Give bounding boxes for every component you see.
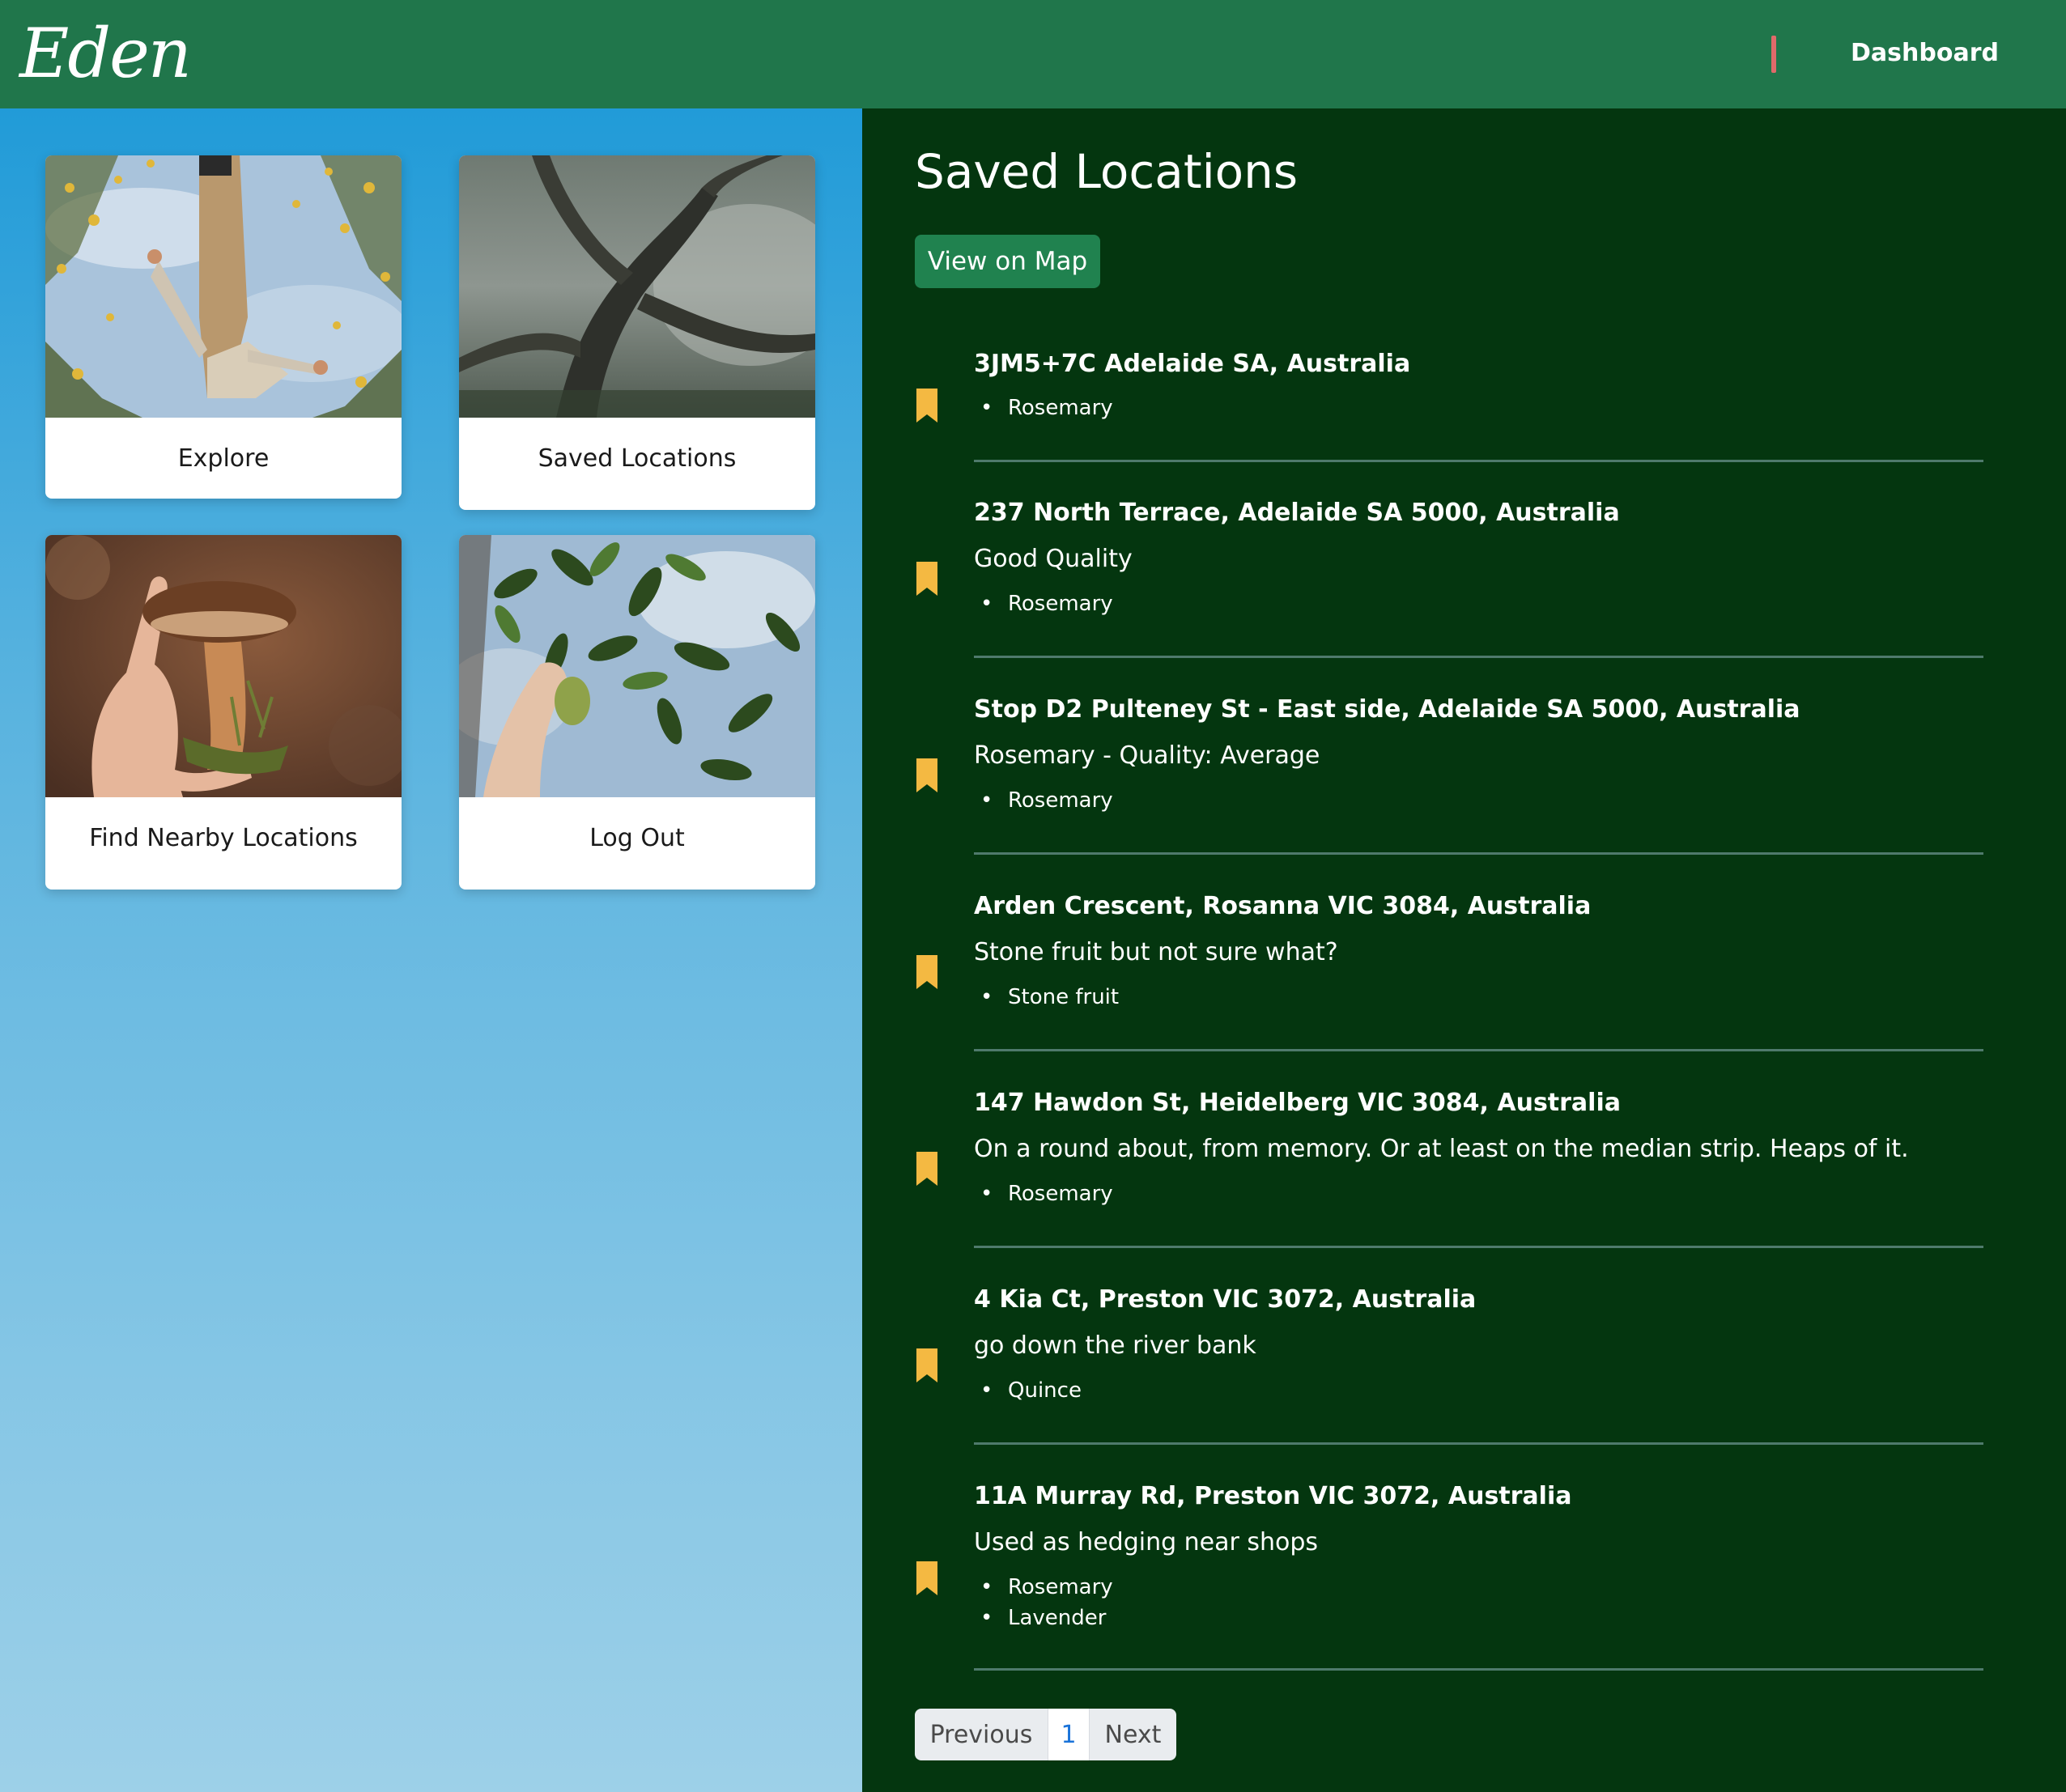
item-divider	[974, 1442, 1983, 1445]
plant-tag: Rosemary	[974, 1179, 1113, 1208]
location-item[interactable]: 237 North Terrace, Adelaide SA 5000, Aus…	[915, 497, 1983, 659]
card-explore[interactable]: Explore	[45, 155, 402, 499]
plant-tag: Rosemary	[974, 1573, 1113, 1602]
location-address: 11A Murray Rd, Preston VIC 3072, Austral…	[974, 1482, 1572, 1510]
bookmark-icon[interactable]	[915, 1347, 939, 1384]
bookmark-icon[interactable]	[915, 1560, 939, 1597]
location-description: Rosemary - Quality: Average	[974, 741, 1320, 770]
plant-tag: Rosemary	[974, 589, 1113, 618]
menu-panel: Explore Saved Locations Find Nearby Loca…	[0, 108, 862, 1792]
log-out-photo	[459, 535, 815, 797]
location-address: Stop D2 Pulteney St - East side, Adelaid…	[974, 695, 1800, 724]
plant-tag: Quince	[974, 1376, 1082, 1405]
item-divider	[974, 1246, 1983, 1248]
location-description: Used as hedging near shops	[974, 1528, 1319, 1556]
brand-logo[interactable]: Eden	[19, 13, 192, 94]
location-address: Arden Crescent, Rosanna VIC 3084, Austra…	[974, 892, 1592, 920]
card-log-out[interactable]: Log Out	[459, 535, 815, 890]
plant-tag: Lavender	[974, 1603, 1106, 1633]
location-item[interactable]: 3JM5+7C Adelaide SA, Australia Rosemary	[915, 346, 1983, 465]
explore-photo	[45, 155, 402, 418]
location-item[interactable]: 147 Hawdon St, Heidelberg VIC 3084, Aust…	[915, 1087, 1983, 1249]
location-description: On a round about, from memory. Or at lea…	[974, 1135, 1909, 1163]
location-description: Good Quality	[974, 545, 1133, 573]
page-title: Saved Locations	[915, 144, 1299, 199]
bookmark-icon[interactable]	[915, 387, 939, 424]
nav-link-dashboard[interactable]: Dashboard	[1851, 36, 1999, 71]
card-label: Find Nearby Locations	[89, 823, 358, 852]
plant-tag: Rosemary	[974, 393, 1113, 423]
next-page-button[interactable]: Next	[1090, 1709, 1176, 1760]
location-address: 4 Kia Ct, Preston VIC 3072, Australia	[974, 1285, 1477, 1314]
bookmark-icon[interactable]	[915, 560, 939, 597]
location-item[interactable]: 11A Murray Rd, Preston VIC 3072, Austral…	[915, 1480, 1983, 1675]
saved-locations-photo	[459, 155, 815, 418]
location-item[interactable]: Stop D2 Pulteney St - East side, Adelaid…	[915, 694, 1983, 856]
find-nearby-photo	[45, 535, 402, 797]
nav-divider	[1771, 36, 1776, 73]
card-find-nearby-locations[interactable]: Find Nearby Locations	[45, 535, 402, 890]
previous-page-button[interactable]: Previous	[915, 1709, 1048, 1760]
item-divider	[974, 852, 1983, 855]
location-address: 147 Hawdon St, Heidelberg VIC 3084, Aust…	[974, 1089, 1621, 1117]
location-description: Stone fruit but not sure what?	[974, 938, 1338, 966]
item-divider	[974, 1049, 1983, 1051]
location-item[interactable]: 4 Kia Ct, Preston VIC 3072, Australia go…	[915, 1284, 1983, 1446]
card-label: Saved Locations	[538, 444, 737, 473]
plant-tag: Stone fruit	[974, 983, 1119, 1012]
card-label: Explore	[177, 444, 270, 473]
bookmark-icon[interactable]	[915, 953, 939, 991]
location-address: 237 North Terrace, Adelaide SA 5000, Aus…	[974, 499, 1620, 527]
bookmark-icon[interactable]	[915, 1150, 939, 1187]
card-label: Log Out	[589, 823, 685, 852]
top-navbar: Eden Dashboard	[0, 0, 2066, 108]
card-saved-locations[interactable]: Saved Locations	[459, 155, 815, 510]
location-address: 3JM5+7C Adelaide SA, Australia	[974, 350, 1411, 378]
view-on-map-button[interactable]: View on Map	[915, 235, 1100, 288]
plant-tag: Rosemary	[974, 786, 1113, 815]
page-number-button[interactable]: 1	[1048, 1709, 1090, 1760]
item-divider	[974, 460, 1983, 462]
pagination: Previous 1 Next	[915, 1709, 1176, 1760]
location-item[interactable]: Arden Crescent, Rosanna VIC 3084, Austra…	[915, 890, 1983, 1052]
location-description: go down the river bank	[974, 1331, 1256, 1360]
bookmark-icon[interactable]	[915, 757, 939, 794]
item-divider	[974, 1668, 1983, 1671]
item-divider	[974, 656, 1983, 658]
